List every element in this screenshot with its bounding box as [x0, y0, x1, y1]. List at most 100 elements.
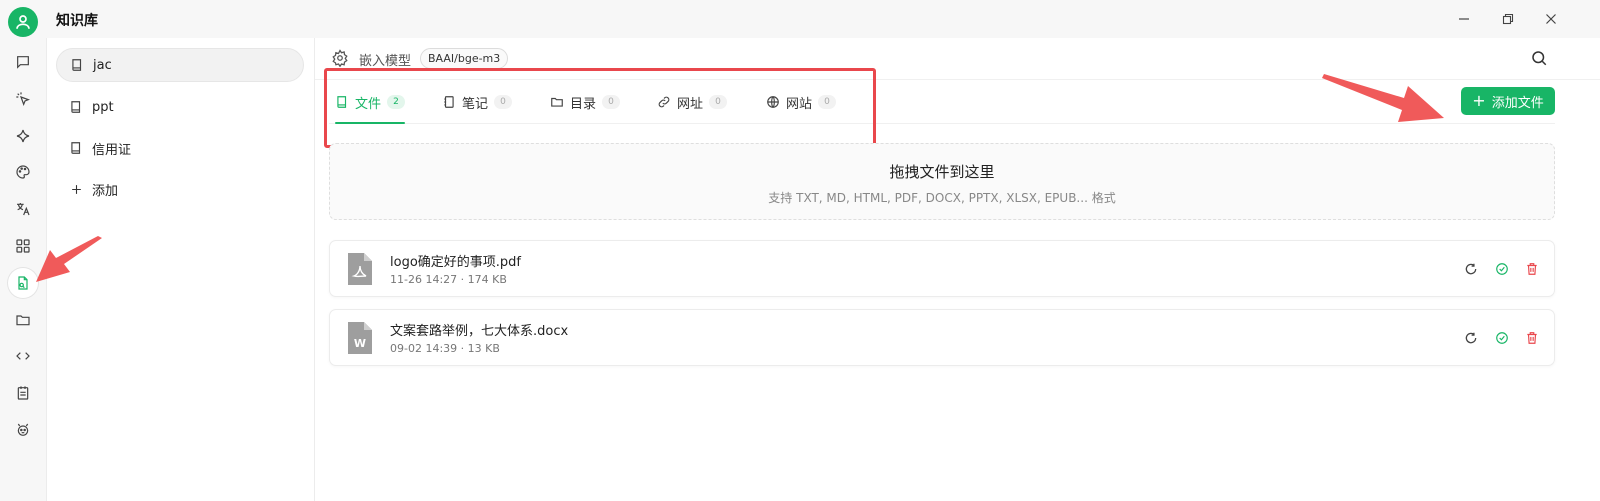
kb-header: 嵌入模型 BAAI/bge-m3: [315, 38, 1600, 80]
tab-label: 网站: [786, 96, 813, 112]
file-row[interactable]: logo确定好的事项.pdf 11-26 14:27 · 174 KB: [329, 240, 1555, 297]
file-meta: 11-26 14:27 · 174 KB: [390, 273, 507, 286]
rail-files[interactable]: [8, 305, 38, 335]
file-name: logo确定好的事项.pdf: [390, 255, 521, 270]
check-circle-icon: [1496, 332, 1508, 344]
trash-icon: [1527, 263, 1537, 275]
check-circle-icon: [1496, 263, 1508, 275]
content-tabs: 文件 2 笔记 0 目录 0 网址 0 网站 0: [329, 80, 1555, 124]
globe-icon: [766, 95, 780, 109]
embedding-model-badge: BAAI/bge-m3: [420, 48, 509, 69]
file-name: 文案套路举例，七大体系.docx: [390, 324, 569, 339]
add-kb-label: 添加: [92, 183, 119, 199]
folder-icon: [550, 95, 564, 109]
code-icon: [16, 352, 30, 360]
user-icon: [16, 15, 30, 29]
main-panel: 嵌入模型 BAAI/bge-m3 文件 2 笔记 0 目录 0 网址 0 网站 …: [315, 38, 1600, 501]
rail-knowledge-base[interactable]: [8, 268, 38, 298]
book-icon: [68, 140, 84, 156]
plus-icon: [68, 181, 84, 197]
user-avatar[interactable]: [8, 7, 38, 37]
svg-text:W: W: [354, 337, 366, 350]
agent-pointer-icon: [16, 92, 31, 107]
tab-label: 笔记: [462, 96, 489, 112]
tab-directory[interactable]: 目录 0: [550, 80, 621, 124]
tab-label: 文件: [355, 96, 382, 112]
tab-label: 目录: [570, 96, 597, 112]
refresh-icon: [1465, 263, 1477, 275]
apps-grid-icon: [16, 239, 30, 253]
kb-item-ppt[interactable]: ppt: [56, 90, 304, 124]
tab-count: 0: [602, 95, 621, 109]
close-icon: [1546, 14, 1556, 24]
rail-translate[interactable]: [8, 194, 38, 224]
tab-count: 0: [709, 95, 728, 109]
link-icon: [657, 95, 671, 109]
rail-palette[interactable]: [8, 157, 38, 187]
tab-urls[interactable]: 网址 0: [657, 80, 728, 124]
pdf-file-icon: [348, 253, 372, 285]
tab-label: 网址: [677, 96, 704, 112]
tab-websites[interactable]: 网站 0: [766, 80, 837, 124]
refresh-file-button[interactable]: [1463, 330, 1479, 346]
add-file-button[interactable]: + 添加文件: [1461, 87, 1555, 115]
file-status-ok: [1494, 330, 1510, 346]
kb-item-letter-of-credit[interactable]: 信用证: [56, 131, 304, 165]
robot-icon: [17, 423, 29, 436]
close-window-button[interactable]: [1540, 8, 1562, 30]
refresh-icon: [1465, 332, 1477, 344]
rail-sparkle[interactable]: [8, 121, 38, 151]
notes-icon: [17, 386, 29, 400]
delete-file-button[interactable]: [1524, 261, 1540, 277]
search-button[interactable]: [1530, 49, 1550, 69]
tab-notes[interactable]: 笔记 0: [442, 80, 513, 124]
nav-rail: [0, 38, 47, 501]
book-icon: [335, 95, 349, 109]
plus-icon: +: [1472, 91, 1486, 110]
rail-notes[interactable]: [8, 378, 38, 408]
notebook-icon: [442, 95, 456, 109]
chat-icon: [17, 56, 29, 69]
dropzone-title: 拖拽文件到这里: [889, 163, 995, 181]
minimize-button[interactable]: [1453, 8, 1475, 30]
tab-count: 0: [818, 95, 837, 109]
embedding-model-label: 嵌入模型: [359, 54, 412, 69]
folder-icon: [16, 315, 30, 326]
file-dropzone[interactable]: 拖拽文件到这里 支持 TXT, MD, HTML, PDF, DOCX, PPT…: [329, 143, 1555, 220]
docx-file-icon: W: [348, 322, 372, 354]
minimize-icon: [1459, 18, 1469, 20]
tab-files[interactable]: 文件 2: [335, 80, 406, 124]
delete-file-button[interactable]: [1524, 330, 1540, 346]
dropzone-subtitle: 支持 TXT, MD, HTML, PDF, DOCX, PPTX, XLSX,…: [768, 191, 1116, 205]
restore-icon: [1502, 13, 1514, 25]
kb-item-label: 信用证: [92, 142, 132, 158]
tab-count: 0: [494, 95, 513, 109]
file-row[interactable]: W 文案套路举例，七大体系.docx 09-02 14:39 · 13 KB: [329, 309, 1555, 366]
book-icon: [68, 99, 84, 115]
knowledge-base-list: jac ppt 信用证 添加: [47, 38, 315, 501]
app-title: 知识库: [56, 13, 98, 29]
rail-code[interactable]: [8, 341, 38, 371]
knowledge-base-icon: [18, 276, 28, 290]
rail-chat[interactable]: [8, 47, 38, 77]
tab-count: 2: [387, 95, 406, 109]
file-meta: 09-02 14:39 · 13 KB: [390, 342, 500, 355]
add-knowledge-base-button[interactable]: 添加: [56, 172, 304, 206]
kb-item-label: ppt: [92, 99, 114, 115]
sparkle-icon: [16, 129, 30, 143]
rail-assistant[interactable]: [8, 415, 38, 445]
palette-icon: [16, 165, 30, 179]
embedding-settings-button[interactable]: [331, 49, 349, 68]
search-icon: [1532, 51, 1547, 66]
add-file-label: 添加文件: [1491, 95, 1544, 111]
restore-button[interactable]: [1497, 8, 1519, 30]
file-status-ok: [1494, 261, 1510, 277]
refresh-file-button[interactable]: [1463, 261, 1479, 277]
kb-item-jac[interactable]: jac: [56, 48, 304, 82]
rail-apps[interactable]: [8, 231, 38, 261]
book-icon: [69, 57, 85, 73]
rail-agent[interactable]: [8, 84, 38, 114]
title-bar: 知识库: [0, 0, 1600, 38]
kb-item-label: jac: [93, 57, 112, 73]
gear-icon: [332, 49, 348, 68]
